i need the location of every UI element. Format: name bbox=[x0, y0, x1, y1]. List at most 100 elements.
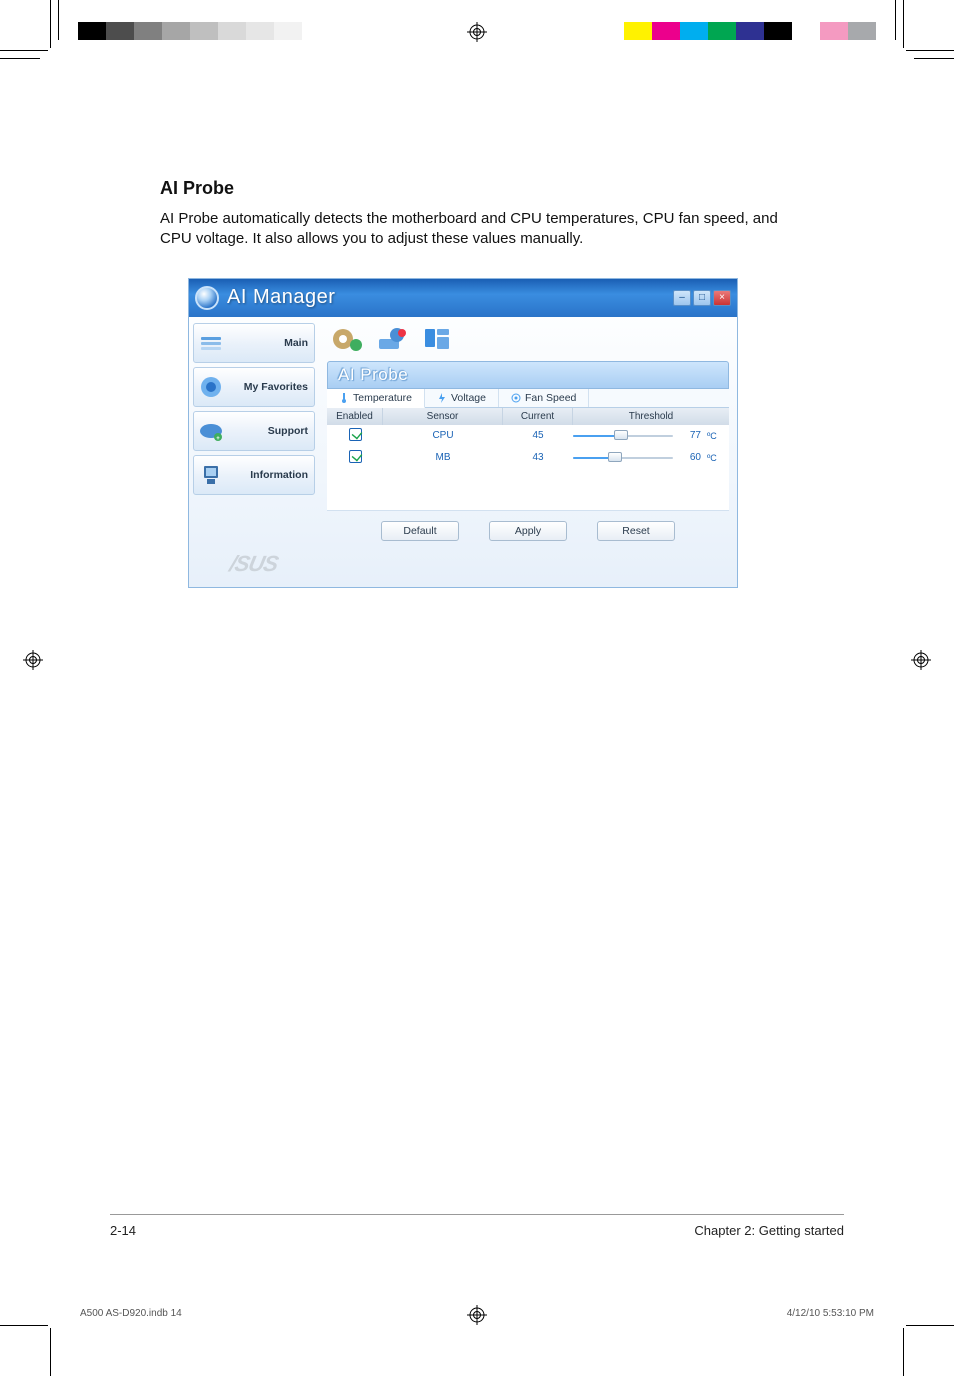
indb-file: A500 AS-D920.indb 14 bbox=[80, 1308, 182, 1319]
color-swatch bbox=[680, 22, 708, 40]
pane-header: AI Probe bbox=[327, 361, 729, 389]
color-swatch bbox=[792, 22, 820, 40]
sidebar-item-main[interactable]: Main bbox=[193, 323, 315, 363]
indb-timestamp: 4/12/10 5:53:10 PM bbox=[787, 1308, 874, 1319]
col-current: Current bbox=[503, 408, 573, 425]
page-footer: 2-14 Chapter 2: Getting started bbox=[110, 1214, 844, 1238]
ai-disk-icon[interactable] bbox=[331, 325, 365, 353]
chapter-label: Chapter 2: Getting started bbox=[694, 1223, 844, 1238]
sidebar: Main My Favorites + Support bbox=[189, 317, 319, 587]
table-row: MB43 60 ºC bbox=[327, 447, 729, 469]
tab-label: Fan Speed bbox=[525, 392, 576, 404]
ai-gear-icon[interactable] bbox=[375, 325, 409, 353]
color-swatch bbox=[820, 22, 848, 40]
color-swatch bbox=[246, 22, 274, 40]
col-threshold: Threshold bbox=[573, 408, 729, 425]
color-swatch bbox=[162, 22, 190, 40]
thermometer-icon bbox=[339, 393, 349, 403]
tab-voltage[interactable]: Voltage bbox=[425, 389, 499, 407]
ai-manager-window: AI Manager – □ × Main My Fav bbox=[188, 278, 738, 588]
reset-button[interactable]: Reset bbox=[597, 521, 675, 541]
sensor-cell: CPU bbox=[383, 430, 503, 441]
color-swatch bbox=[764, 22, 792, 40]
default-button[interactable]: Default bbox=[381, 521, 459, 541]
sidebar-item-support[interactable]: + Support bbox=[193, 411, 315, 451]
svg-text:+: + bbox=[216, 436, 220, 442]
main-icon bbox=[198, 330, 224, 356]
crop-mark bbox=[0, 50, 48, 51]
app-logo-icon bbox=[195, 286, 219, 310]
tab-label: Temperature bbox=[353, 392, 412, 404]
ai-booting-icon[interactable] bbox=[419, 325, 453, 353]
registration-mark-icon bbox=[23, 650, 43, 670]
color-swatch bbox=[624, 22, 652, 40]
color-swatch bbox=[106, 22, 134, 40]
color-swatch bbox=[78, 22, 106, 40]
information-icon bbox=[198, 462, 224, 488]
page-content: AI Probe AI Probe automatically detects … bbox=[160, 178, 800, 588]
fan-icon bbox=[511, 393, 521, 403]
table-body: CPU45 77 ºC MB43 60 ºC bbox=[327, 425, 729, 511]
sidebar-label: My Favorites bbox=[228, 381, 308, 393]
sidebar-item-information[interactable]: Information bbox=[193, 455, 315, 495]
maximize-button[interactable]: □ bbox=[693, 290, 711, 306]
tab-label: Voltage bbox=[451, 392, 486, 404]
current-cell: 43 bbox=[503, 452, 573, 463]
favorites-icon bbox=[198, 374, 224, 400]
color-swatch bbox=[708, 22, 736, 40]
color-swatch bbox=[848, 22, 876, 40]
crop-mark bbox=[0, 58, 40, 59]
section-paragraph: AI Probe automatically detects the mothe… bbox=[160, 209, 800, 250]
button-row: Default Apply Reset bbox=[327, 511, 729, 545]
crop-mark bbox=[914, 58, 954, 59]
apply-button[interactable]: Apply bbox=[489, 521, 567, 541]
unit-label: ºC bbox=[707, 431, 723, 441]
sidebar-label: Main bbox=[228, 337, 308, 349]
threshold-slider[interactable] bbox=[573, 433, 673, 439]
print-metadata: A500 AS-D920.indb 14 4/12/10 5:53:10 PM bbox=[80, 1308, 874, 1319]
crop-mark bbox=[50, 1328, 51, 1376]
enabled-checkbox[interactable] bbox=[349, 428, 362, 441]
current-cell: 45 bbox=[503, 430, 573, 441]
color-swatch bbox=[134, 22, 162, 40]
section-heading: AI Probe bbox=[160, 178, 800, 199]
minimize-button[interactable]: – bbox=[673, 290, 691, 306]
crop-mark bbox=[0, 1325, 48, 1326]
color-swatch bbox=[190, 22, 218, 40]
page-number: 2-14 bbox=[110, 1223, 136, 1238]
app-title: AI Manager bbox=[227, 286, 335, 309]
sidebar-label: Support bbox=[228, 425, 308, 437]
threshold-value: 60 bbox=[679, 452, 701, 463]
crop-mark bbox=[903, 1328, 904, 1376]
color-swatch bbox=[736, 22, 764, 40]
color-swatch bbox=[218, 22, 246, 40]
toolbar bbox=[327, 323, 729, 361]
tab-temperature[interactable]: Temperature bbox=[327, 389, 425, 408]
color-swatch bbox=[652, 22, 680, 40]
col-sensor: Sensor bbox=[383, 408, 503, 425]
table-row: CPU45 77 ºC bbox=[327, 425, 729, 447]
color-swatch bbox=[274, 22, 302, 40]
sidebar-item-favorites[interactable]: My Favorites bbox=[193, 367, 315, 407]
title-bar[interactable]: AI Manager – □ × bbox=[189, 279, 737, 317]
crop-mark bbox=[906, 1325, 954, 1326]
main-pane: AI Probe Temperature Voltage Fan Speed bbox=[319, 317, 737, 587]
unit-label: ºC bbox=[707, 453, 723, 463]
col-enabled: Enabled bbox=[327, 408, 383, 425]
table-header: Enabled Sensor Current Threshold bbox=[327, 408, 729, 425]
close-button[interactable]: × bbox=[713, 290, 731, 306]
tab-fan-speed[interactable]: Fan Speed bbox=[499, 389, 589, 407]
pane-title: AI Probe bbox=[338, 365, 408, 385]
threshold-slider[interactable] bbox=[573, 455, 673, 461]
bolt-icon bbox=[437, 393, 447, 403]
color-swatch bbox=[302, 22, 330, 40]
support-icon: + bbox=[198, 418, 224, 444]
enabled-checkbox[interactable] bbox=[349, 450, 362, 463]
tabs: Temperature Voltage Fan Speed bbox=[327, 389, 729, 408]
threshold-value: 77 bbox=[679, 430, 701, 441]
sensor-cell: MB bbox=[383, 452, 503, 463]
brand-logo: /SUS bbox=[189, 551, 319, 587]
registration-mark-icon bbox=[911, 650, 931, 670]
crop-mark bbox=[906, 50, 954, 51]
registration-mark-icon bbox=[467, 22, 487, 42]
